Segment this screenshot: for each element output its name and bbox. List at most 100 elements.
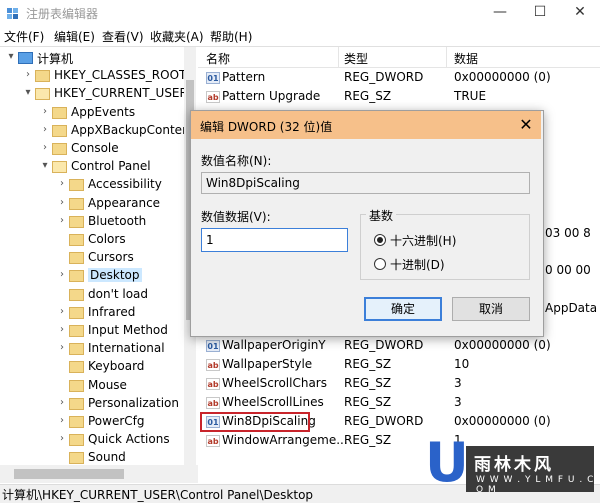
value-name: WheelScrollLines (222, 395, 324, 409)
folder-icon (52, 143, 67, 155)
expand-right-icon[interactable]: › (57, 415, 67, 427)
folder-icon (69, 252, 84, 265)
watermark-brand: 雨林木风 (474, 455, 554, 475)
base-group-label: 基数 (366, 207, 397, 224)
minimize-button[interactable]: — (490, 3, 510, 21)
value-data-fragment: AppData (545, 301, 598, 315)
folder-icon (69, 215, 84, 228)
folder-icon (69, 397, 84, 410)
folder-icon (69, 270, 84, 283)
radio-hexadecimal-label[interactable]: 十六进制(H) (390, 232, 456, 249)
tree-item-label: Quick Actions (88, 432, 170, 447)
dialog-close-button[interactable]: ✕ (516, 115, 536, 135)
value-row[interactable]: ab Pattern Upgrade REG_SZ TRUE (198, 88, 600, 106)
folder-icon (69, 306, 84, 319)
value-data-fragment: 0 00 00 (545, 263, 591, 277)
tree-item-label: Infrared (88, 304, 136, 319)
tree-item-label: Colors (88, 232, 126, 246)
computer-icon (18, 52, 33, 64)
expand-right-icon[interactable]: › (57, 178, 67, 190)
value-data-input[interactable] (201, 228, 348, 252)
radio-decimal-label[interactable]: 十进制(D) (390, 256, 445, 273)
tree-item-label: Keyboard (88, 359, 145, 374)
value-row[interactable]: 01 WallpaperOriginY REG_DWORD 0x00000000 (0… (198, 337, 600, 355)
expand-down-icon[interactable]: ▾ (6, 51, 16, 63)
value-type: REG_SZ (344, 395, 392, 409)
expand-right-icon[interactable]: › (57, 215, 67, 227)
expand-down-icon[interactable]: ▾ (40, 160, 50, 172)
expand-right-icon[interactable]: › (57, 397, 67, 409)
value-data: 0x00000000 (0) (454, 414, 551, 428)
column-header-name[interactable]: 名称 (206, 50, 230, 67)
value-data-label: 数值数据(V): (201, 210, 271, 224)
value-data: TRUE (454, 89, 487, 103)
value-row[interactable]: ab WallpaperStyle REG_SZ 10 (198, 356, 600, 374)
tree-item-label: Control Panel (71, 159, 151, 174)
string-value-icon: ab (206, 378, 220, 390)
expand-down-icon[interactable]: ▾ (23, 87, 33, 99)
menu-file[interactable]: 文件(F) (4, 28, 44, 45)
dword-value-icon: 01 (206, 340, 220, 352)
column-header-data[interactable]: 数据 (454, 50, 478, 67)
tree-item-label: Desktop (88, 268, 142, 283)
string-value-icon: ab (206, 91, 220, 103)
tree-item-label: 计算机 (37, 52, 74, 66)
expand-right-icon (57, 233, 67, 245)
folder-icon (52, 106, 67, 119)
value-type: REG_DWORD (344, 70, 424, 84)
highlight-annotation (200, 412, 310, 432)
tree-item-label: don't load (88, 286, 149, 301)
folder-icon (69, 361, 84, 374)
value-name: WindowArrangeme... (222, 433, 348, 447)
value-data: 3 (454, 376, 462, 390)
tree-item-label: AppEvents (71, 104, 136, 119)
radio-decimal[interactable] (374, 258, 386, 270)
folder-icon (69, 343, 84, 356)
expand-right-icon (57, 360, 67, 372)
radio-selected-dot (377, 237, 383, 243)
tree-item-label: Cursors (88, 250, 134, 265)
folder-icon (69, 234, 84, 246)
expand-right-icon[interactable]: › (40, 124, 50, 136)
horizontal-scrollbar-thumb[interactable] (14, 469, 124, 479)
value-name-label: 数值名称(N): (201, 154, 272, 168)
expand-right-icon[interactable]: › (57, 306, 67, 318)
value-type: REG_SZ (344, 89, 392, 103)
value-row[interactable]: ab WheelScrollChars REG_SZ 3 (198, 375, 600, 393)
value-row[interactable]: ab WheelScrollLines REG_SZ 3 (198, 394, 600, 412)
menu-favorites[interactable]: 收藏夹(A) (150, 28, 204, 45)
tree-item-label: Personalization (88, 395, 179, 410)
ok-button[interactable]: 确定 (364, 297, 442, 321)
expand-right-icon[interactable]: › (57, 269, 67, 281)
cancel-button[interactable]: 取消 (452, 297, 530, 321)
expand-right-icon[interactable]: › (57, 433, 67, 445)
expand-right-icon[interactable]: › (57, 324, 67, 336)
expand-right-icon[interactable]: › (57, 197, 67, 209)
list-header (198, 47, 600, 68)
menu-edit[interactable]: 编辑(E) (54, 28, 95, 45)
value-name-text: Win8DpiScaling (206, 176, 300, 190)
folder-icon (69, 197, 84, 210)
expand-right-icon[interactable]: › (57, 342, 67, 354)
folder-icon (35, 70, 50, 83)
column-separator[interactable] (446, 47, 447, 67)
value-name: WallpaperOriginY (222, 338, 326, 352)
close-button[interactable]: ✕ (570, 3, 590, 21)
value-row[interactable]: 01 Pattern REG_DWORD 0x00000000 (0) (198, 69, 600, 87)
expand-right-icon[interactable]: › (23, 69, 33, 81)
expand-right-icon (57, 451, 67, 463)
registry-tree[interactable]: ▾ 计算机 › HKEY_CLASSES_ROOT ▾ HKEY_CURRENT_USER… (0, 47, 185, 465)
string-value-icon: ab (206, 397, 220, 409)
expand-right-icon[interactable]: › (40, 106, 50, 118)
menu-help[interactable]: 帮助(H) (210, 28, 252, 45)
column-separator[interactable] (338, 47, 339, 67)
watermark-url: W W W . Y L M F U . C O M (476, 475, 595, 495)
value-name: Pattern Upgrade (222, 89, 321, 103)
maximize-button[interactable]: ☐ (530, 3, 550, 21)
column-header-type[interactable]: 类型 (344, 50, 368, 67)
menu-view[interactable]: 查看(V) (102, 28, 144, 45)
value-data-fragment: 03 00 8 (545, 226, 591, 240)
watermark-letter: U (425, 431, 469, 494)
folder-icon (69, 288, 84, 301)
expand-right-icon[interactable]: › (40, 142, 50, 154)
